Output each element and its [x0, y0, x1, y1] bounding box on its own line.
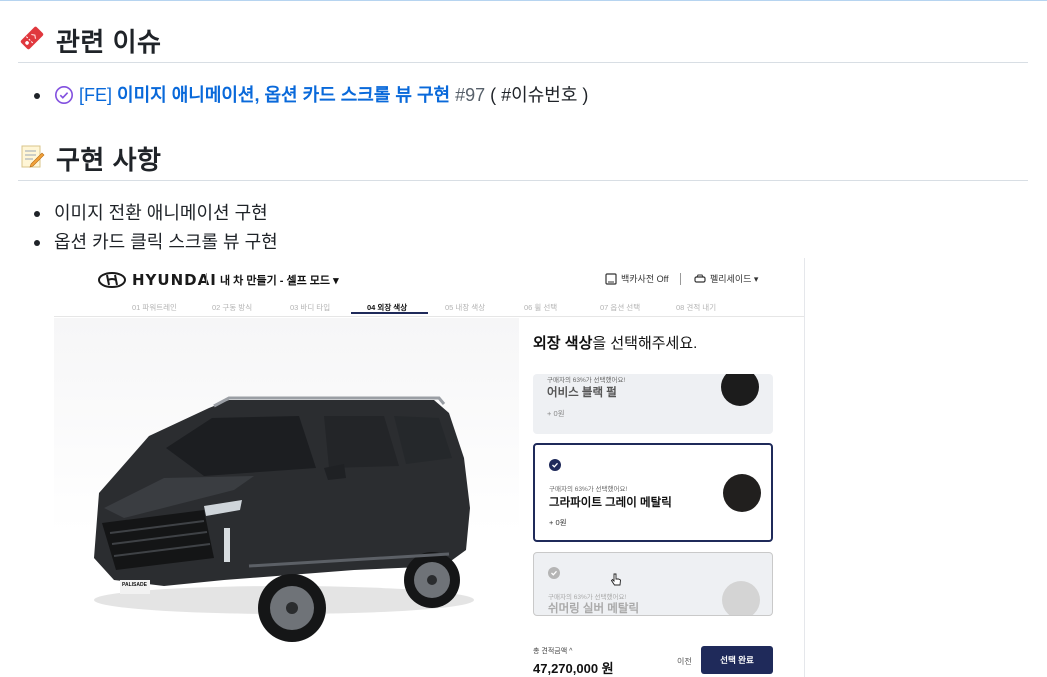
- total-price: 47,270,000 원: [533, 661, 614, 676]
- color-card[interactable]: 구매자의 63%가 선택했어요! 어비스 블랙 펄 + 0원: [533, 374, 773, 434]
- total-label[interactable]: 총 견적금액 ^: [533, 646, 572, 656]
- select-complete-button[interactable]: 선택 완료: [701, 646, 773, 674]
- section-title: 구현 사항: [56, 144, 162, 175]
- check-icon: [548, 567, 560, 579]
- step-tab[interactable]: 01 파워트레인: [132, 302, 177, 313]
- step-tab[interactable]: 03 바디 타입: [290, 302, 330, 313]
- issue-link[interactable]: [FE] 이미지 애니메이션, 옵션 카드 스크롤 뷰 구현: [79, 85, 450, 105]
- ticket-icon: [18, 24, 46, 57]
- book-icon: [605, 272, 617, 285]
- color-card-selected[interactable]: 구매자의 63%가 선택했어요! 그라파이트 그레이 메탈릭 + 0원: [533, 443, 773, 542]
- issue-closed-icon: [54, 85, 74, 114]
- prev-button[interactable]: 이전: [677, 656, 692, 667]
- list-item: 이미지 전환 애니메이션 구현: [34, 199, 278, 228]
- issue-list: [FE] 이미지 애니메이션, 옵션 카드 스크롤 뷰 구현 #97 ( #이슈…: [34, 81, 588, 114]
- mode-title[interactable]: 내 차 만들기 - 셀프 모드 ▾: [220, 272, 339, 288]
- embedded-screenshot: HYUNDAI 내 차 만들기 - 셀프 모드 ▾ 백카사전 Off 펠리세이드…: [54, 258, 805, 677]
- car-preview: PALISADE: [54, 318, 519, 677]
- dictionary-toggle[interactable]: 백카사전 Off: [605, 272, 668, 285]
- step-tab[interactable]: 05 내장 색상: [445, 302, 485, 313]
- model-selector[interactable]: 펠리세이드 ▾: [694, 272, 758, 285]
- memo-icon: [18, 142, 46, 175]
- section-title: 관련 이슈: [56, 26, 162, 57]
- color-swatch: [723, 474, 761, 512]
- color-swatch: [721, 374, 759, 406]
- price-footer: 총 견적금액 ^ 47,270,000 원 이전 선택 완료: [519, 638, 804, 677]
- top-border: [0, 0, 1047, 1]
- heading-implementation: 구현 사항: [18, 136, 1028, 181]
- list-item: 옵션 카드 클릭 스크롤 뷰 구현: [34, 228, 278, 257]
- list-item: [FE] 이미지 애니메이션, 옵션 카드 스크롤 뷰 구현 #97 ( #이슈…: [34, 81, 588, 114]
- step-tab[interactable]: 08 견적 내기: [676, 302, 716, 313]
- active-step-underline: [351, 312, 428, 314]
- step-tab[interactable]: 06 휠 선택: [524, 302, 557, 313]
- issue-suffix: ( #이슈번호 ): [485, 85, 589, 105]
- suv-image: [94, 396, 474, 642]
- cursor-hand-icon: [610, 573, 622, 592]
- issue-number[interactable]: #97: [450, 85, 485, 105]
- step-tab[interactable]: 07 옵션 선택: [600, 302, 640, 313]
- configurator-header: HYUNDAI 내 차 만들기 - 셀프 모드 ▾ 백카사전 Off 펠리세이드…: [54, 258, 804, 302]
- car-icon: [694, 274, 706, 283]
- color-card[interactable]: 구매자의 63%가 선택했어요! 쉬머링 실버 메탈릭: [533, 552, 773, 616]
- hyundai-logo: HYUNDAI: [98, 271, 217, 289]
- step-navigation: 01 파워트레인 02 구동 방식 03 바디 타입 04 외장 색상 05 내…: [54, 300, 804, 317]
- implementation-list: 이미지 전환 애니메이션 구현 옵션 카드 클릭 스크롤 뷰 구현: [34, 199, 278, 257]
- heading-related-issues: 관련 이슈: [18, 18, 1028, 63]
- color-swatch: [722, 581, 760, 615]
- option-panel: 외장 색상을 선택해주세요. 구매자의 63%가 선택했어요! 어비스 블랙 펄…: [519, 318, 804, 677]
- step-tab[interactable]: 02 구동 방식: [212, 302, 252, 313]
- panel-title: 외장 색상을 선택해주세요.: [533, 335, 698, 352]
- license-plate: PALISADE: [122, 582, 147, 588]
- check-icon: [549, 459, 561, 471]
